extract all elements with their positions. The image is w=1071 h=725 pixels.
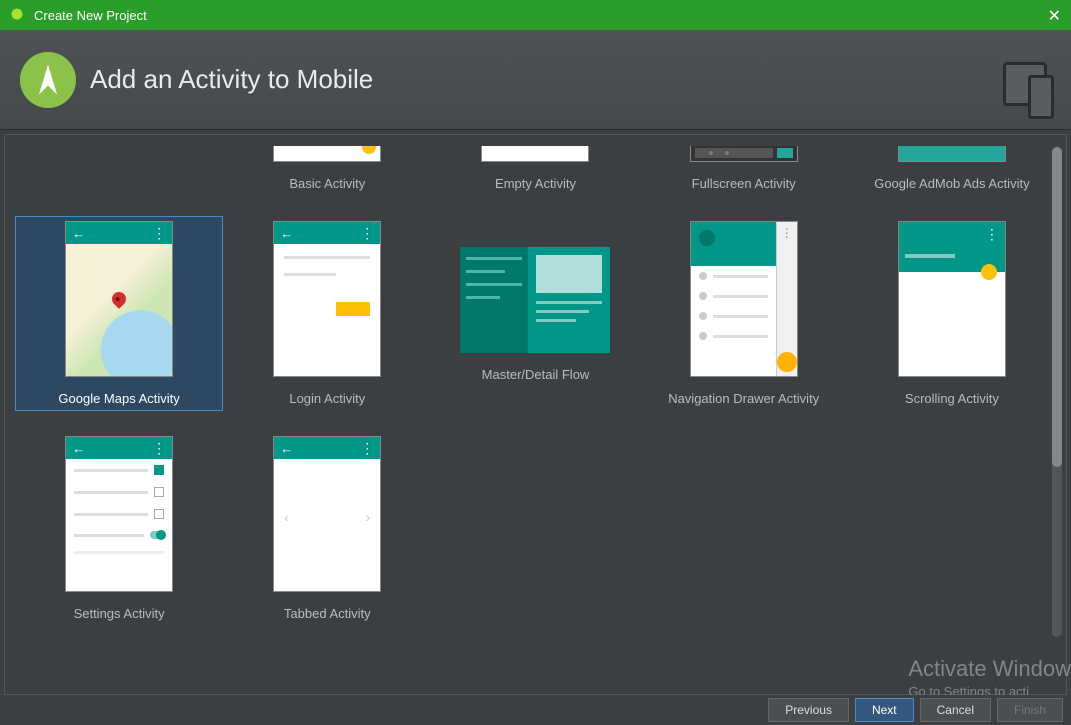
activity-login[interactable]: ←⋮ Login Activity bbox=[223, 216, 431, 411]
activity-label: Google Maps Activity bbox=[58, 391, 179, 406]
android-studio-logo-icon bbox=[20, 52, 76, 108]
overflow-icon: ⋮ bbox=[985, 226, 999, 243]
activity-label: Tabbed Activity bbox=[284, 606, 371, 621]
activity-tabbed[interactable]: ← ⋮ ‹ › Tabbed Activity bbox=[223, 431, 431, 626]
overflow-icon: ⋮ bbox=[152, 225, 166, 242]
admob-activity-thumb bbox=[898, 146, 1006, 162]
activity-label: Navigation Drawer Activity bbox=[668, 391, 819, 406]
previous-button[interactable]: Previous bbox=[768, 698, 849, 722]
scrolling-activity-thumb: ⋮ bbox=[898, 221, 1006, 377]
google-maps-activity-thumb: ←⋮ bbox=[65, 221, 173, 377]
titlebar: Create New Project ✕ bbox=[0, 0, 1071, 30]
activity-empty[interactable]: Empty Activity bbox=[431, 141, 639, 196]
back-icon: ← bbox=[72, 441, 85, 456]
activity-settings[interactable]: ←⋮ Settings Activity bbox=[15, 431, 223, 626]
activity-scrolling[interactable]: ⋮ Scrolling Activity bbox=[848, 216, 1056, 411]
tabbed-activity-thumb: ← ⋮ ‹ › bbox=[273, 436, 381, 592]
activity-admob[interactable]: Google AdMob Ads Activity bbox=[848, 141, 1056, 196]
chevron-right-icon: › bbox=[366, 509, 371, 525]
close-button[interactable]: ✕ bbox=[1048, 6, 1061, 26]
settings-activity-thumb: ←⋮ bbox=[65, 436, 173, 592]
activity-label: Google AdMob Ads Activity bbox=[874, 176, 1029, 191]
activity-label: Master/Detail Flow bbox=[482, 367, 590, 382]
activity-label: Empty Activity bbox=[495, 176, 576, 191]
wizard-header: Add an Activity to Mobile bbox=[0, 30, 1071, 130]
scrollbar[interactable] bbox=[1052, 147, 1062, 637]
basic-activity-thumb bbox=[273, 146, 381, 162]
activity-label: Fullscreen Activity bbox=[692, 176, 796, 191]
activity-label: Login Activity bbox=[289, 391, 365, 406]
activity-label: Basic Activity bbox=[289, 176, 365, 191]
activity-master-detail[interactable]: Master/Detail Flow bbox=[431, 216, 639, 411]
cancel-button[interactable]: Cancel bbox=[920, 698, 991, 722]
back-icon: ← bbox=[72, 226, 85, 241]
android-studio-icon bbox=[8, 6, 26, 24]
activity-gallery: Basic Activity Empty Activity Fullscreen… bbox=[4, 134, 1067, 695]
fullscreen-activity-thumb bbox=[690, 146, 798, 162]
devices-icon bbox=[1003, 62, 1047, 106]
window-title: Create New Project bbox=[34, 8, 147, 23]
overflow-icon: ⋮ bbox=[360, 440, 374, 457]
activity-label: Settings Activity bbox=[74, 606, 165, 621]
activity-google-maps[interactable]: ←⋮ Google Maps Activity bbox=[15, 216, 223, 411]
activity-fullscreen[interactable]: Fullscreen Activity bbox=[640, 141, 848, 196]
page-title: Add an Activity to Mobile bbox=[90, 64, 373, 95]
back-icon: ← bbox=[280, 441, 293, 456]
activity-navigation-drawer[interactable]: ⋮ Navigation Drawer Activity bbox=[640, 216, 848, 411]
activity-basic[interactable]: Basic Activity bbox=[223, 141, 431, 196]
back-icon: ← bbox=[280, 226, 293, 241]
overflow-icon: ⋮ bbox=[781, 226, 793, 240]
wizard-footer: Previous Next Cancel Finish bbox=[0, 695, 1071, 725]
chevron-left-icon: ‹ bbox=[284, 509, 289, 525]
star-fab-icon bbox=[981, 264, 997, 280]
next-button[interactable]: Next bbox=[855, 698, 914, 722]
finish-button[interactable]: Finish bbox=[997, 698, 1063, 722]
scrollbar-thumb[interactable] bbox=[1052, 147, 1062, 467]
activity-label: Scrolling Activity bbox=[905, 391, 999, 406]
login-activity-thumb: ←⋮ bbox=[273, 221, 381, 377]
overflow-icon: ⋮ bbox=[360, 225, 374, 242]
master-detail-thumb bbox=[460, 247, 610, 353]
overflow-icon: ⋮ bbox=[152, 440, 166, 457]
empty-activity-thumb bbox=[481, 146, 589, 162]
nav-drawer-thumb: ⋮ bbox=[690, 221, 798, 377]
